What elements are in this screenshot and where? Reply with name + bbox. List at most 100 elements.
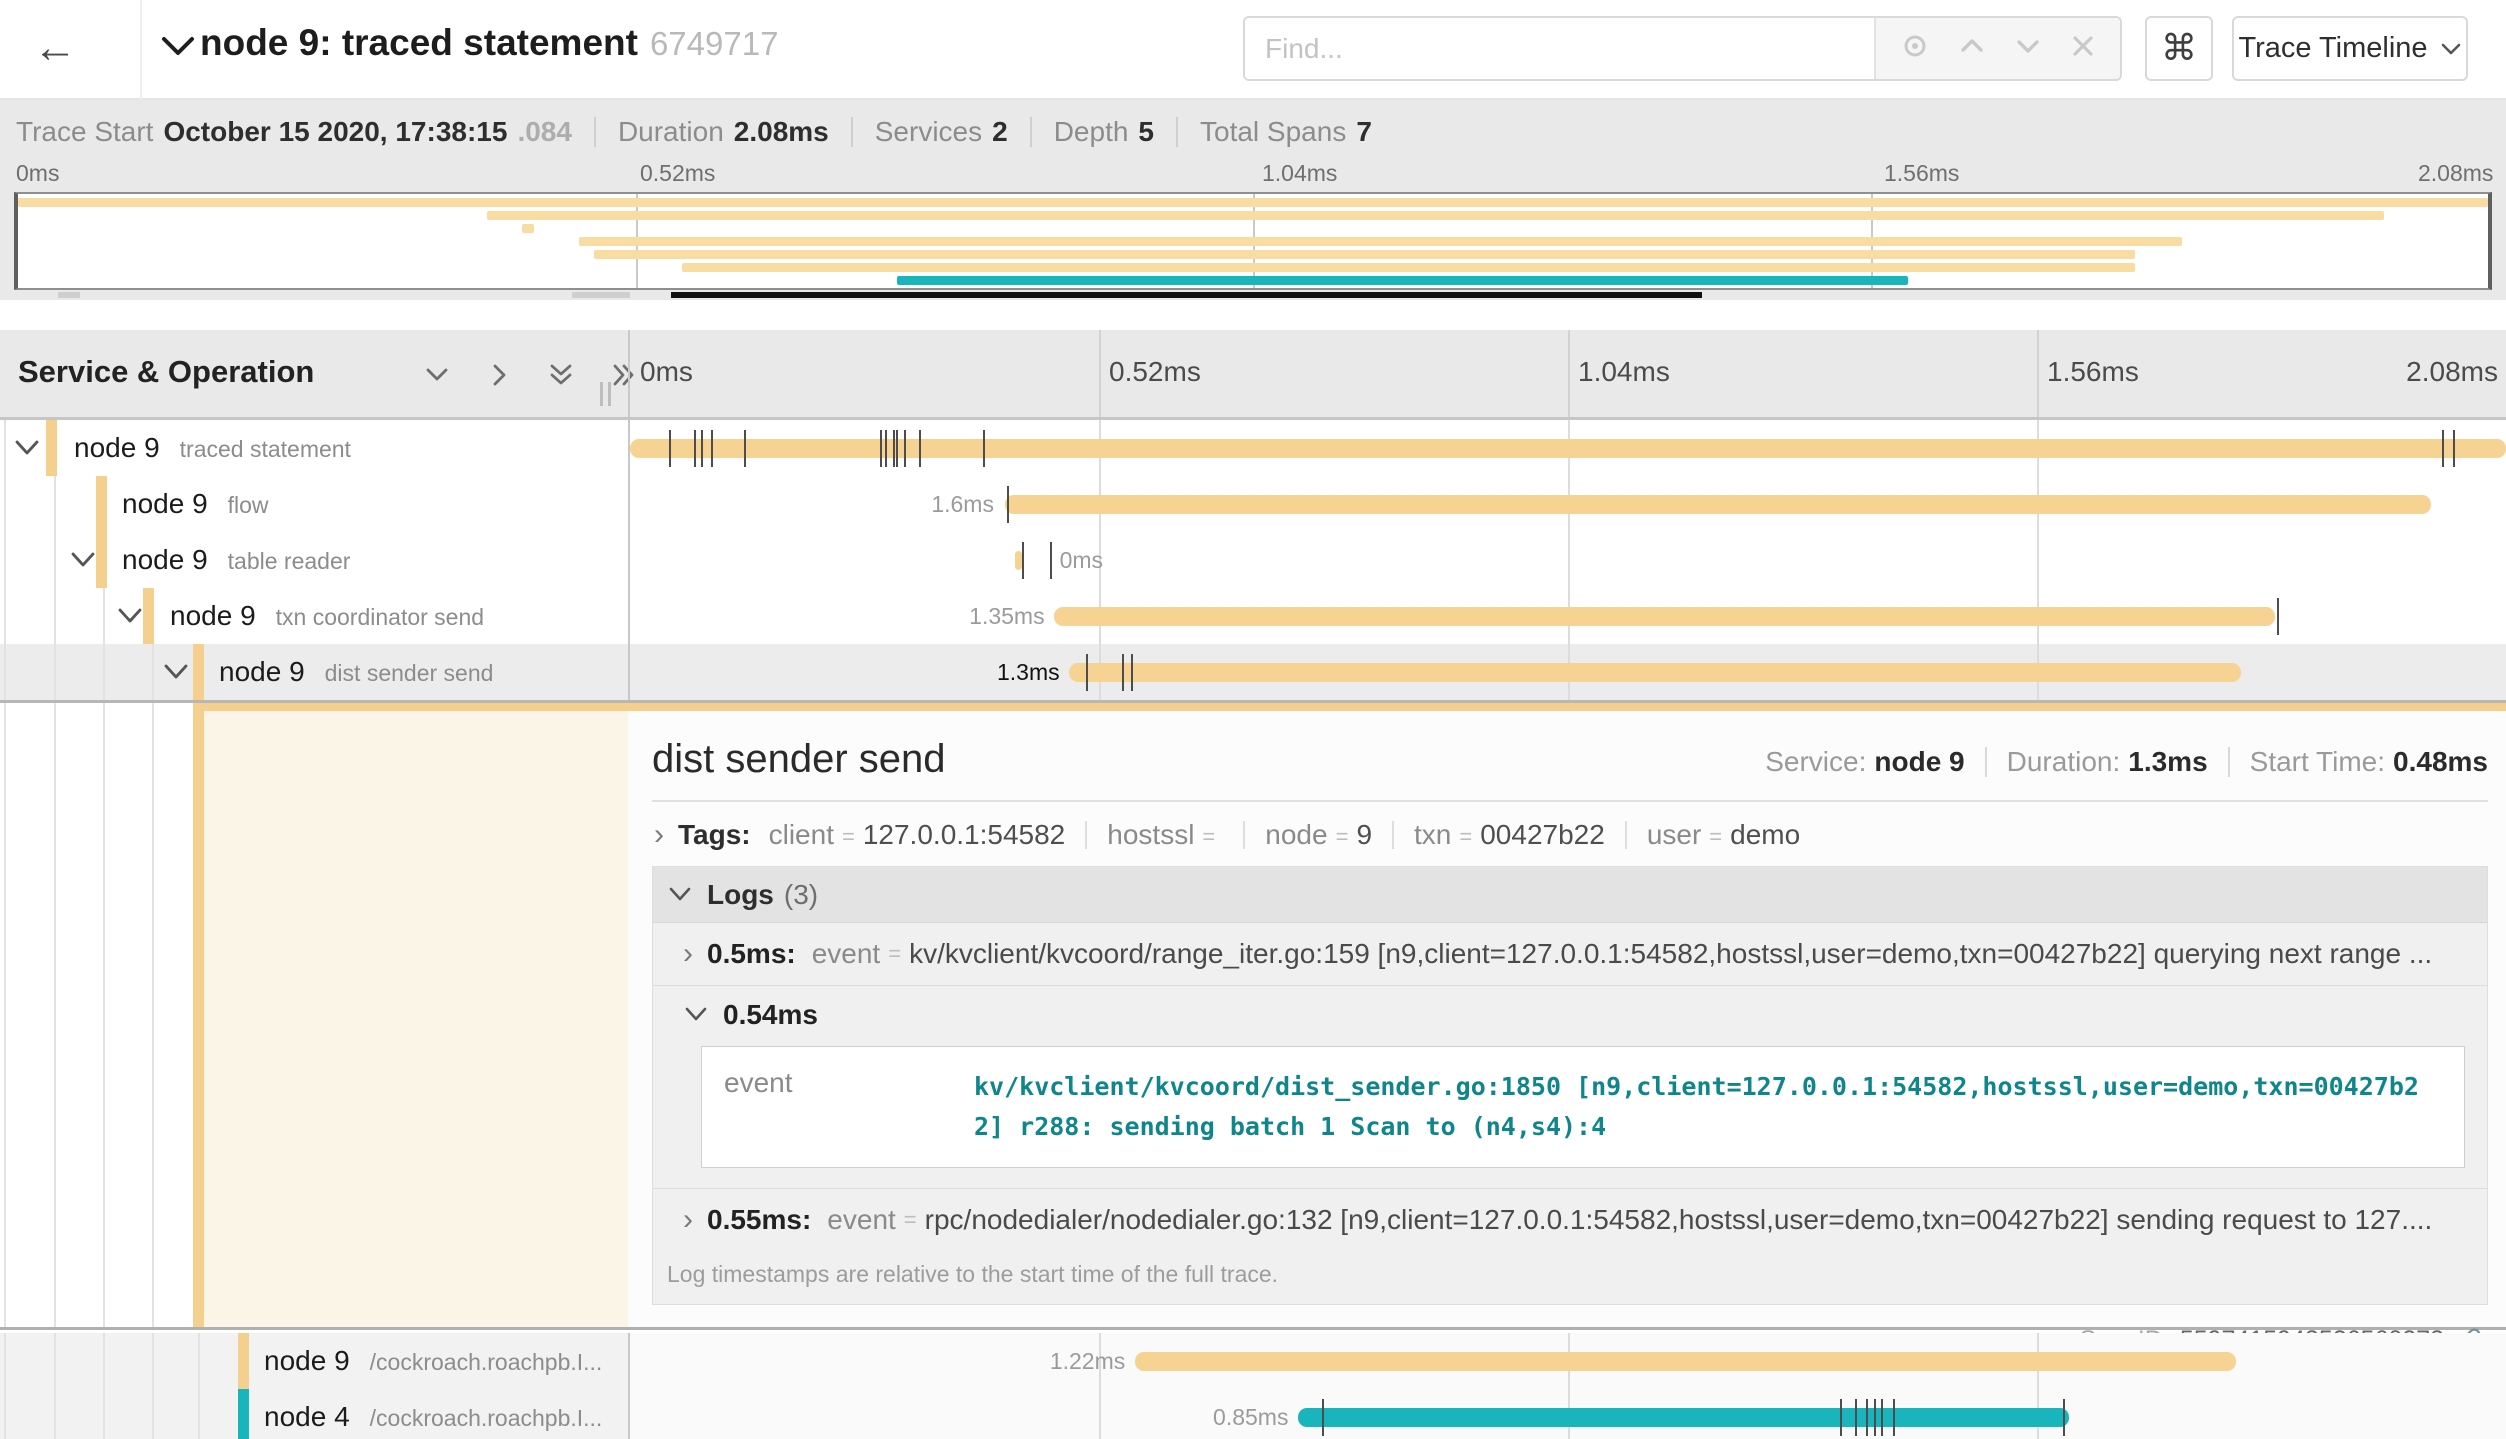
- span-bar[interactable]: [1298, 1408, 2069, 1427]
- timeline-minimap[interactable]: [14, 192, 2492, 290]
- trace-collapse-chevron-icon[interactable]: [158, 32, 198, 65]
- span-duration-label: 1.3ms: [997, 644, 1060, 700]
- span-color-accent: [203, 703, 2506, 711]
- log-entry-header[interactable]: 0.54ms: [653, 986, 2487, 1044]
- chevron-down-icon: [2440, 41, 2462, 57]
- log-event-tick: [701, 430, 703, 467]
- span-row-roachpb-node9[interactable]: node 9/cockroach.roachpb.I... 1.22ms: [0, 1333, 2506, 1389]
- span-duration-label: 1.35ms: [969, 588, 1044, 644]
- trace-name: node 9: traced statement: [200, 22, 638, 63]
- minimap-span-bar: [18, 198, 2488, 207]
- expand-chevron-icon[interactable]: ›: [683, 937, 693, 971]
- log-entry-collapsed[interactable]: › 0.55ms: event = rpc/nodedialer/nodedia…: [653, 1189, 2487, 1251]
- indent-guide: [198, 1389, 200, 1439]
- span-duration-label: 0ms: [1060, 532, 1103, 588]
- row-chevron-icon[interactable]: [68, 548, 98, 577]
- minimap-span-bar: [897, 276, 1907, 285]
- indent-guide: [54, 532, 56, 588]
- row-chevron-icon[interactable]: [161, 660, 191, 689]
- log-event-tick: [896, 430, 898, 467]
- span-row-traced-statement[interactable]: node 9traced statement: [0, 420, 2506, 476]
- log-event-tick: [2277, 598, 2279, 635]
- indent-guide: [103, 1333, 105, 1389]
- collapse-one-icon[interactable]: [420, 358, 454, 392]
- log-event-tick: [711, 430, 713, 467]
- minimap-handle[interactable]: [58, 292, 80, 298]
- logs-title: Logs: [707, 879, 774, 911]
- log-event-tick: [904, 430, 906, 467]
- log-event-tick: [744, 430, 746, 467]
- log-event-tick: [694, 430, 696, 467]
- log-entry-collapsed[interactable]: › 0.5ms: event = kv/kvclient/kvcoord/ran…: [653, 923, 2487, 985]
- expand-one-icon[interactable]: [482, 358, 516, 392]
- collapse-chevron-icon[interactable]: [667, 878, 693, 912]
- span-row-txn-coordinator-send[interactable]: node 9txn coordinator send 1.35ms: [0, 588, 2506, 644]
- back-button[interactable]: ←: [22, 18, 88, 82]
- collapse-chevron-icon[interactable]: [683, 998, 709, 1032]
- span-service: node 9flow: [122, 476, 269, 533]
- span-duration-label: 0.85ms: [1213, 1389, 1288, 1439]
- span-color-strip: [238, 1333, 249, 1389]
- indent-guide: [54, 588, 56, 644]
- span-bar[interactable]: [1054, 607, 2275, 626]
- log-event-tick: [1840, 1399, 1842, 1436]
- span-row-dist-sender-send-selected[interactable]: node 9dist sender send 1.3ms: [0, 644, 2506, 700]
- trace-services: Services2: [875, 116, 1008, 148]
- span-row-roachpb-node4[interactable]: node 4/cockroach.roachpb.I... 0.85ms: [0, 1389, 2506, 1439]
- trace-viewer: ← node 9: traced statement 6749717: [0, 0, 2506, 1439]
- page-title: node 9: traced statement 6749717: [200, 22, 778, 64]
- span-bar[interactable]: [1069, 663, 2242, 682]
- row-chevron-icon[interactable]: [12, 436, 42, 465]
- prev-result-icon[interactable]: [1957, 31, 1987, 66]
- minimap-scrollbar[interactable]: [671, 292, 1702, 298]
- log-event-tick: [1022, 542, 1024, 579]
- logs-count: (3): [784, 879, 818, 911]
- next-result-icon[interactable]: [2013, 31, 2043, 66]
- locate-icon[interactable]: [1899, 30, 1931, 67]
- span-service: node 9traced statement: [74, 420, 351, 477]
- indent-guide: [54, 703, 56, 1327]
- span-row-table-reader[interactable]: node 9table reader 0ms: [0, 532, 2506, 588]
- span-operation: traced statement: [180, 436, 351, 462]
- minimap-span-bar: [682, 263, 2134, 272]
- log-entry-expanded: 0.54ms event kv/kvclient/kvcoord/dist_se…: [653, 986, 2487, 1188]
- span-detail: dist sender send Service:node 9 Duration…: [0, 700, 2506, 1330]
- timeline-header: 0ms 0.52ms 1.04ms 1.56ms 2.08ms: [628, 330, 2506, 417]
- row-chevron-icon[interactable]: [115, 604, 145, 633]
- detail-left-rail: [0, 703, 628, 1327]
- indent-guide: [4, 644, 6, 700]
- detail-duration: Duration:1.3ms: [2007, 746, 2208, 778]
- span-service: node 4/cockroach.roachpb.I...: [264, 1389, 602, 1439]
- span-bar[interactable]: [630, 439, 2506, 458]
- tag: txn=00427b22: [1414, 819, 1605, 851]
- trace-id: 6749717: [650, 25, 778, 62]
- minimap-span-bar: [594, 250, 2135, 259]
- span-row-flow[interactable]: node 9flow 1.6ms: [0, 476, 2506, 532]
- span-bar[interactable]: [1005, 495, 2431, 514]
- tags-row[interactable]: › Tags: client=127.0.0.1:54582 hostssl= …: [652, 802, 2488, 866]
- column-resize-handle[interactable]: [600, 382, 611, 406]
- collapse-all-icon[interactable]: [544, 358, 578, 392]
- minimap-span-bar: [579, 237, 2182, 246]
- log-event-tick: [1881, 1399, 1883, 1436]
- expand-chevron-icon[interactable]: ›: [683, 1203, 693, 1237]
- keyboard-shortcuts-button[interactable]: ⌘: [2145, 16, 2213, 81]
- span-color-strip: [96, 476, 107, 532]
- expand-chevron-icon[interactable]: ›: [654, 818, 664, 852]
- find-input[interactable]: [1245, 18, 1874, 79]
- span-rows-after-detail: node 9/cockroach.roachpb.I... 1.22ms nod…: [0, 1333, 2506, 1439]
- clear-find-icon[interactable]: [2069, 32, 2097, 65]
- log-event-tick: [1893, 1399, 1895, 1436]
- log-event-tick: [669, 430, 671, 467]
- span-bar[interactable]: [1015, 551, 1023, 570]
- span-service: node 9/cockroach.roachpb.I...: [264, 1333, 602, 1390]
- span-service: node 9dist sender send: [219, 644, 493, 701]
- span-operation: txn coordinator send: [276, 604, 484, 630]
- indent-guide: [4, 476, 6, 532]
- span-bar[interactable]: [1135, 1352, 2236, 1371]
- log-event-tick: [1866, 1399, 1868, 1436]
- span-operation: table reader: [228, 548, 351, 574]
- trace-view-selector[interactable]: Trace Timeline: [2232, 16, 2468, 81]
- minimap-handle[interactable]: [572, 292, 630, 298]
- logs-header[interactable]: Logs (3): [653, 867, 2487, 923]
